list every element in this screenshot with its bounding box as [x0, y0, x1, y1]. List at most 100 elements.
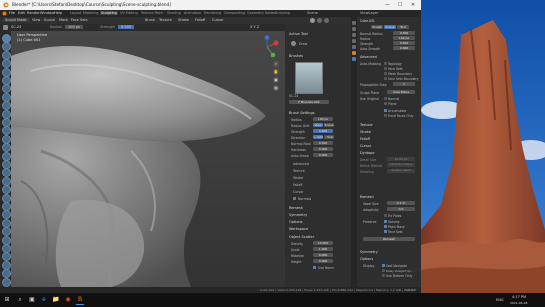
header-mask-menu[interactable]: Mask — [59, 18, 68, 22]
np-direction-sub[interactable]: - Sub — [324, 135, 334, 139]
np-options-title[interactable]: Options — [289, 220, 303, 224]
search-icon[interactable]: ⌕ — [16, 296, 24, 304]
taskbar-time[interactable]: 4:17 PM — [512, 295, 526, 299]
workspace-tab-sculpting[interactable]: Sculpting — [100, 11, 118, 15]
menu-file[interactable]: File — [9, 11, 15, 15]
workspace-tab-geometry-nodes[interactable]: Geometry Nodes — [247, 11, 276, 15]
shading-render-icon[interactable] — [324, 18, 329, 23]
chrome-icon[interactable]: ◉ — [64, 296, 72, 304]
view-layer-selector[interactable]: ViewLayer — [360, 11, 379, 15]
header-sculpt-menu[interactable]: Sculpt — [44, 18, 55, 22]
pr-remesh-title[interactable]: Remesh — [360, 195, 374, 199]
header-stroke-menu[interactable]: Stroke — [178, 18, 189, 22]
tool-multiplane-scrape-icon[interactable] — [2, 143, 11, 153]
pr-voxel-size-field[interactable]: 0.1 m — [387, 201, 415, 205]
keyboard-language[interactable]: ENG — [496, 298, 504, 302]
np-strength-field[interactable]: 0.500 — [313, 129, 333, 133]
header-texture-menu[interactable]: Texture — [159, 18, 172, 22]
shading-solid-icon[interactable] — [310, 18, 315, 23]
tool-crease-icon[interactable] — [2, 101, 11, 111]
brushes-title[interactable]: Brushes — [289, 54, 303, 58]
pr-options-title[interactable]: Options — [360, 257, 373, 261]
np-radius-unit-view[interactable]: View — [313, 123, 323, 127]
tool-tab-icon[interactable] — [352, 21, 356, 25]
header-brush-menu[interactable]: Brush — [145, 18, 155, 22]
blender-menu-icon[interactable] — [2, 11, 7, 16]
np-rotation-field[interactable]: 0.000 — [313, 253, 333, 257]
workspace-tab-modeling[interactable]: Modeling — [83, 11, 98, 15]
blender-taskbar-icon[interactable]: B — [76, 296, 84, 305]
mode-selector[interactable]: Sculpt Mode — [3, 18, 29, 22]
edge-browser-icon[interactable]: e — [40, 296, 48, 304]
pr-section-cursor[interactable]: Cursor — [360, 144, 371, 148]
output-tab-icon[interactable] — [352, 33, 356, 37]
pr-section-stroke[interactable]: Stroke — [360, 130, 371, 134]
pr-propagation-field[interactable]: 1 — [393, 82, 415, 86]
np-direction-add[interactable]: + Add — [313, 135, 323, 139]
automask-topology-checkbox[interactable] — [384, 62, 387, 65]
np-section-texture[interactable]: Texture — [293, 169, 305, 173]
zoom-icon[interactable]: ⌕ — [273, 61, 279, 67]
header-cursor-menu[interactable]: Cursor — [212, 18, 224, 22]
world-tab-icon[interactable] — [352, 45, 356, 49]
close-button[interactable]: ✕ — [411, 2, 415, 8]
automask-face-sets-boundary-checkbox[interactable] — [384, 77, 387, 80]
fix-poles-checkbox[interactable] — [384, 214, 387, 217]
automask-face-sets-checkbox[interactable] — [384, 67, 387, 70]
pr-symmetry-title[interactable]: Symmetry — [360, 250, 378, 254]
brush-name[interactable]: SC.24 — [11, 25, 21, 29]
fast-navigate-checkbox[interactable] — [382, 264, 385, 267]
pr-advanced-title[interactable]: Advanced — [360, 55, 377, 59]
normals-checkbox[interactable] — [293, 197, 296, 200]
pr-sculpt-plane-field[interactable]: Area Plane — [387, 90, 415, 94]
radius-field[interactable]: 100 px — [65, 25, 84, 29]
pr-dyntopo-value-2[interactable]: Relative Detail — [387, 169, 415, 173]
np-normal-radius-field[interactable]: 0.500 — [313, 141, 333, 145]
grid-view-icon[interactable]: ▦ — [273, 85, 279, 91]
np-object-scatter-title[interactable]: Object Scatter — [289, 235, 314, 239]
properties-tab-tool[interactable]: Tool — [397, 25, 409, 29]
pr-section-falloff[interactable]: Falloff — [360, 137, 370, 141]
np-hardness-field[interactable]: 0.000 — [313, 147, 333, 151]
np-workspace-title[interactable]: Workspace — [289, 227, 308, 231]
np-radius-field[interactable]: 100 px — [313, 117, 333, 121]
workspace-tab-animation[interactable]: Animation — [184, 11, 201, 15]
scene-tab-icon[interactable] — [352, 39, 356, 43]
symmetry-axes[interactable]: X Y Z — [250, 25, 259, 29]
modifier-tab-icon[interactable] — [352, 57, 356, 61]
minimize-button[interactable]: — — [385, 2, 390, 8]
preserve-face-sets-checkbox[interactable] — [384, 230, 387, 233]
np-density-field[interactable]: 10.000 — [313, 241, 333, 245]
original-normal-checkbox[interactable] — [384, 97, 387, 100]
active-tool-title[interactable]: Active Tool — [289, 32, 308, 36]
tool-lasso-mask-icon[interactable] — [2, 269, 11, 279]
workspace-tab-uv-editing[interactable]: UV Editing — [120, 11, 138, 15]
automask-mesh-boundary-checkbox[interactable] — [384, 72, 387, 75]
workspace-tab-compositing[interactable]: Compositing — [224, 11, 245, 15]
navigation-gizmo[interactable] — [255, 35, 279, 59]
menu-render[interactable]: Render — [27, 11, 40, 15]
3d-viewport[interactable]: User Perspective (1) Cube.001 ⌕ ✋ ▣ ▦ — [11, 31, 285, 287]
np-height-field[interactable]: 0.000 — [313, 259, 333, 263]
np-section-cursor[interactable]: Cursor — [293, 190, 303, 194]
pr-adaptivity-field[interactable]: 0.0 — [387, 207, 415, 211]
taskbar-date[interactable]: 2021-06-18 — [510, 301, 527, 305]
header-falloff-menu[interactable]: Falloff — [195, 18, 205, 22]
properties-tab-scene[interactable]: Scene — [384, 25, 396, 29]
menu-help[interactable]: Help — [54, 11, 62, 15]
pr-dyntopo-value-0[interactable]: 12.00 px — [387, 157, 415, 161]
camera-view-icon[interactable]: ▣ — [273, 77, 279, 83]
tool-clay-strips-icon[interactable] — [2, 59, 11, 69]
preserve-volume-checkbox[interactable] — [384, 220, 387, 223]
np-remesh-title[interactable]: Remesh — [289, 206, 303, 210]
remesh-button[interactable]: Remesh — [363, 237, 415, 241]
strength-field[interactable]: 0.500 — [118, 25, 135, 29]
preserve-paint-mask-checkbox[interactable] — [384, 225, 387, 228]
workspace-tab-shading[interactable]: Shading — [167, 11, 181, 15]
properties-tab-sculpt[interactable]: Sculpt — [371, 25, 383, 29]
pr-field-value-1[interactable]: 100 px — [393, 36, 415, 40]
render-tab-icon[interactable] — [352, 27, 356, 31]
scene-selector[interactable]: Scene — [307, 11, 318, 15]
tool-thumb-icon[interactable] — [2, 185, 11, 195]
np-section-advanced[interactable]: Advanced — [293, 162, 309, 166]
